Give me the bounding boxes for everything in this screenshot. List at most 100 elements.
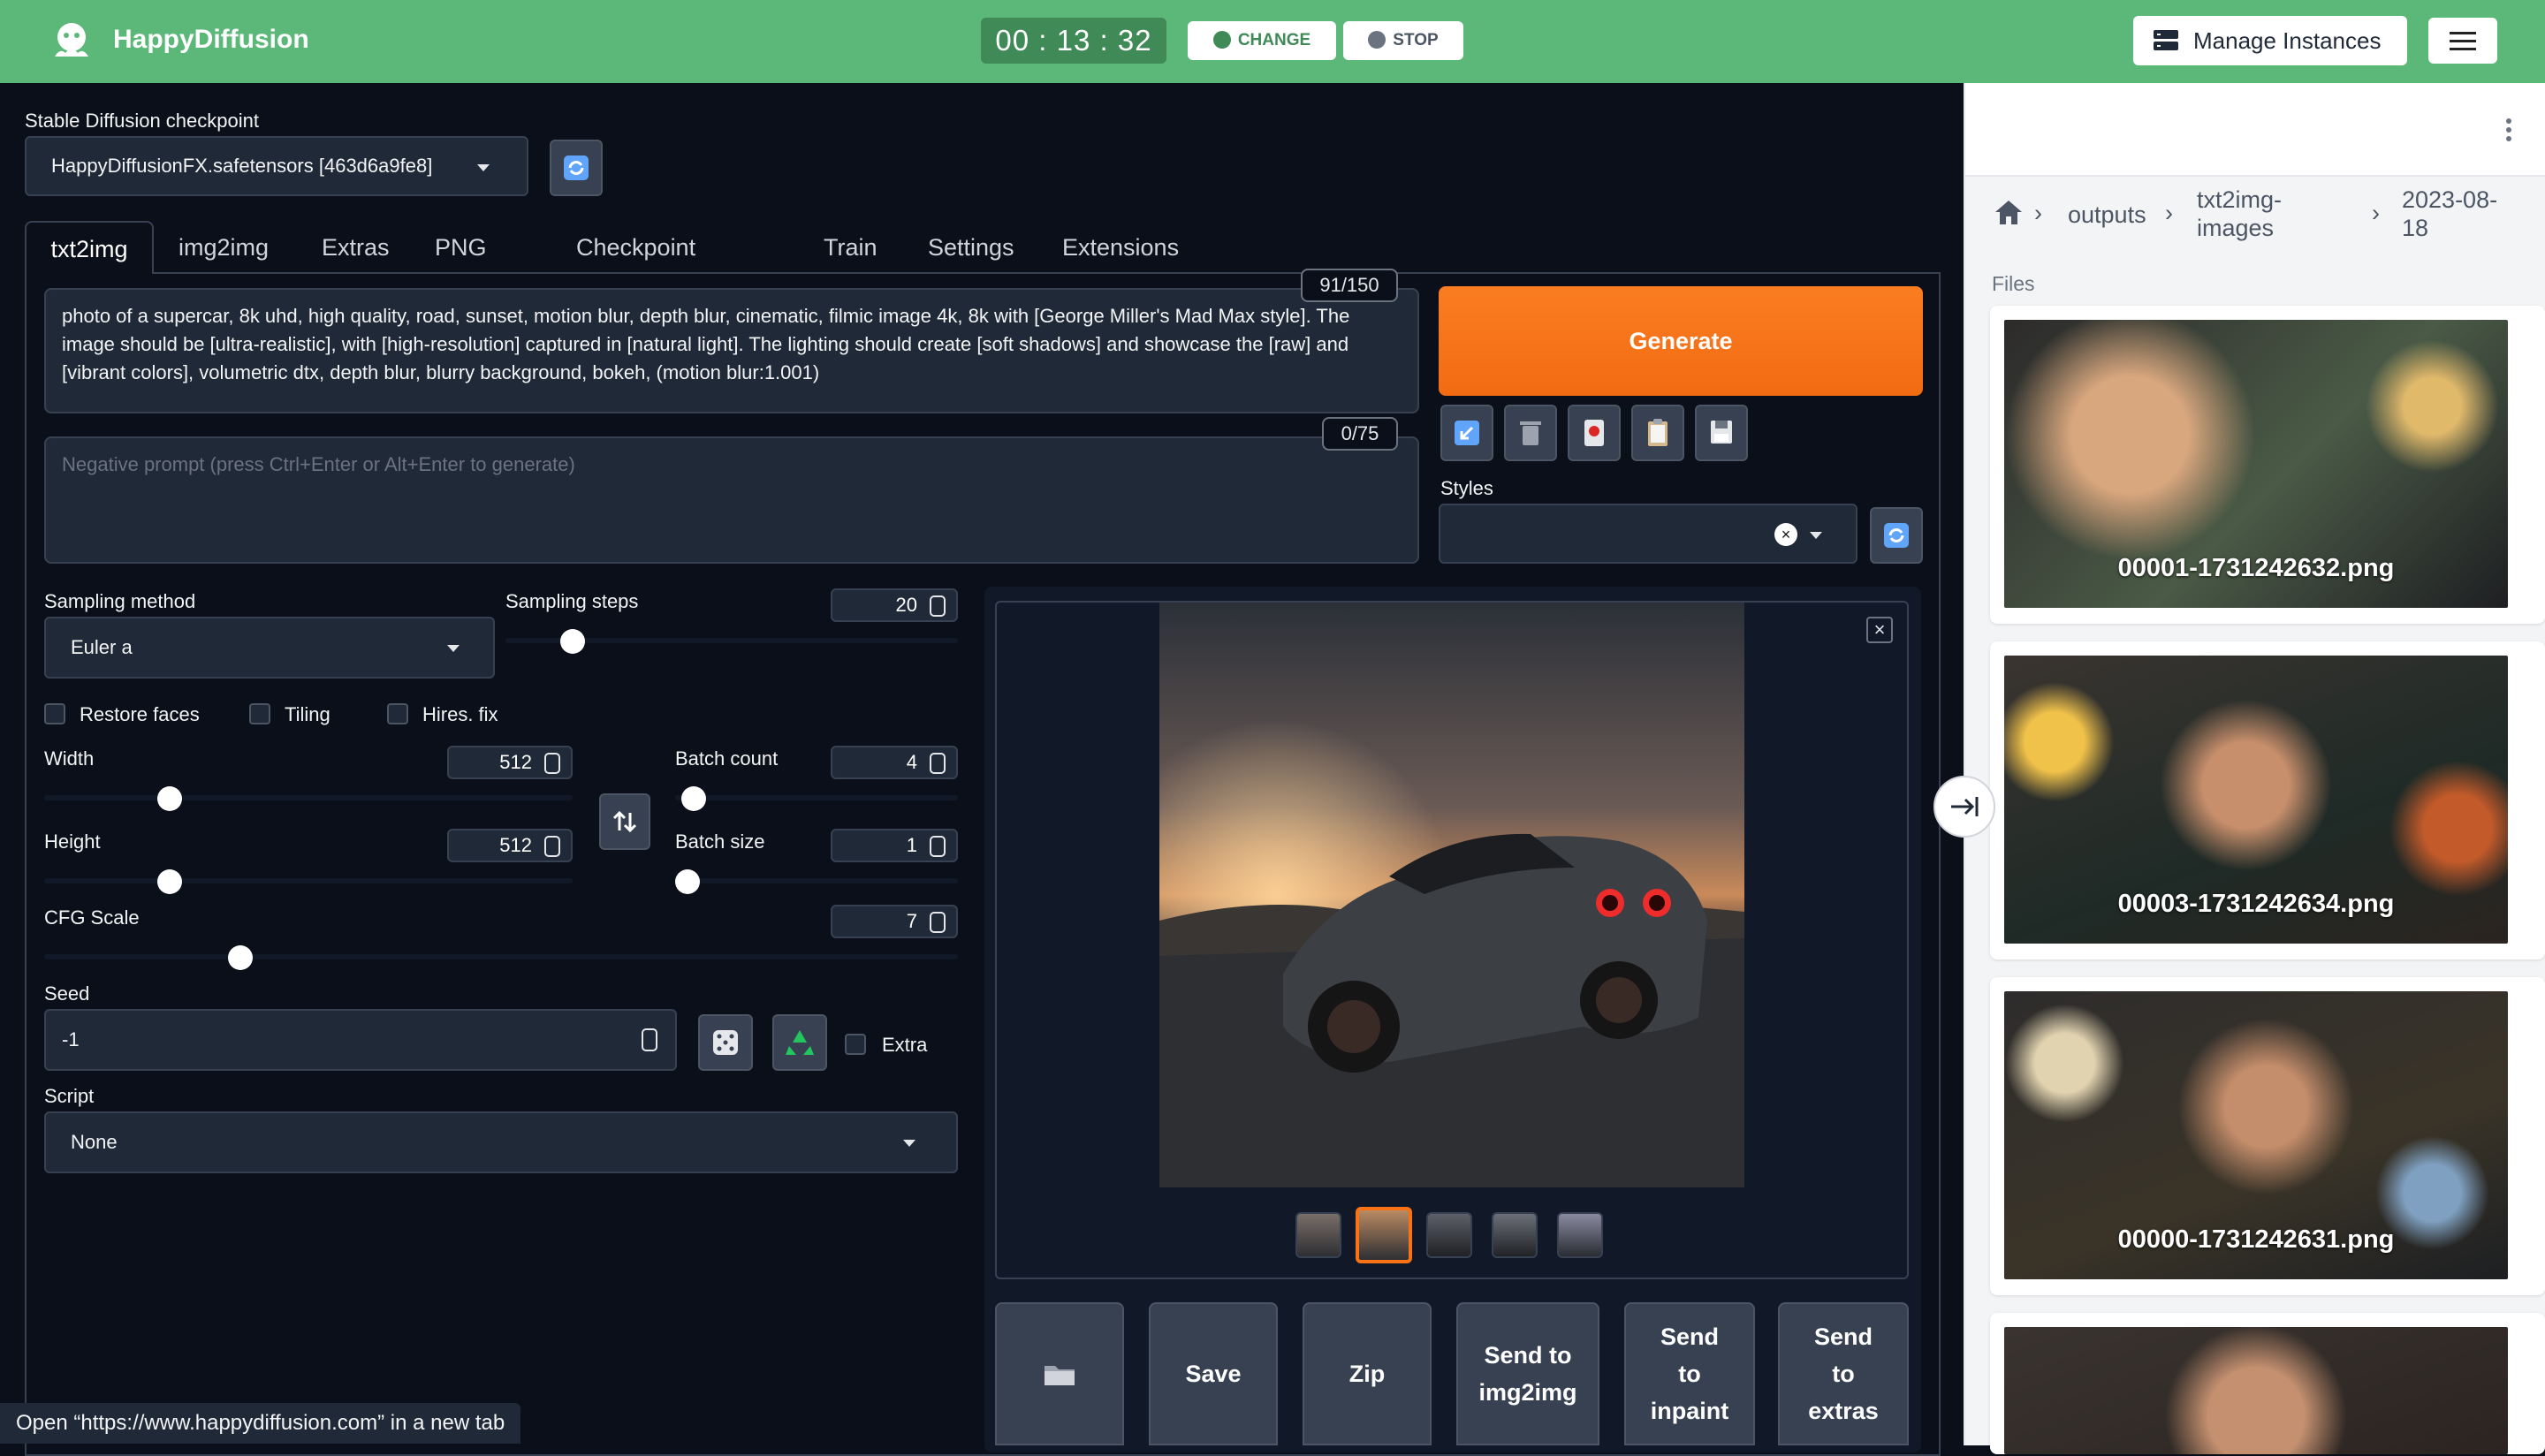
negative-prompt-input[interactable]: Negative prompt (press Ctrl+Enter or Alt…	[44, 436, 1419, 564]
sampling-steps-input[interactable]: 20	[831, 588, 958, 622]
height-input[interactable]: 512	[447, 829, 573, 862]
extra-seed-label: Extra	[882, 1034, 928, 1056]
gallery-thumbnail[interactable]	[1426, 1212, 1472, 1258]
server-icon	[2154, 30, 2178, 50]
generated-image[interactable]	[1159, 603, 1744, 1187]
tab-png-info[interactable]: PNG Info	[435, 221, 487, 314]
save-button[interactable]: Save	[1149, 1302, 1278, 1445]
send-to-inpaint-button[interactable]: Send to inpaint	[1624, 1302, 1755, 1445]
batch-count-input[interactable]: 4	[831, 746, 958, 779]
styles-select[interactable]: ×	[1439, 504, 1857, 564]
stepper-icon[interactable]	[930, 595, 946, 617]
stepper-icon[interactable]	[930, 912, 946, 933]
floppy-disk-icon	[1711, 421, 1732, 444]
sampling-method-value: Euler a	[71, 636, 133, 658]
sampling-steps-slider[interactable]	[560, 629, 585, 654]
tab-train[interactable]: Train	[824, 221, 877, 274]
stepper-icon[interactable]	[930, 836, 946, 857]
tab-img2img[interactable]: img2img	[179, 221, 269, 274]
seed-input[interactable]: -1	[44, 1009, 677, 1071]
trash-button[interactable]	[1504, 405, 1557, 461]
tiling-checkbox[interactable]	[249, 703, 270, 724]
extra-networks-button[interactable]	[1568, 405, 1621, 461]
file-card[interactable]	[1990, 1313, 2545, 1454]
height-slider[interactable]	[157, 869, 182, 894]
generate-button[interactable]: Generate	[1439, 286, 1923, 396]
width-input[interactable]: 512	[447, 746, 573, 779]
checkpoint-select[interactable]: HappyDiffusionFX.safetensors [463d6a9fe8…	[25, 136, 528, 196]
batch-size-slider[interactable]	[675, 869, 700, 894]
gallery-thumbnail[interactable]	[1557, 1212, 1603, 1258]
script-select[interactable]: None	[44, 1111, 958, 1173]
reuse-seed-button[interactable]	[772, 1014, 827, 1071]
more-options-icon[interactable]	[2496, 115, 2522, 147]
hamburger-menu-button[interactable]	[2428, 18, 2497, 64]
refresh-checkpoint-button[interactable]	[550, 140, 603, 196]
menu-icon-bar	[2450, 48, 2476, 50]
manage-instances-button[interactable]: Manage Instances	[2133, 16, 2407, 65]
stepper-icon[interactable]	[544, 836, 560, 857]
gallery-thumbnail[interactable]	[1295, 1212, 1341, 1258]
extra-seed-checkbox[interactable]	[845, 1034, 866, 1055]
send-to-extras-button[interactable]: Send to extras	[1778, 1302, 1909, 1445]
clear-styles-icon[interactable]: ×	[1774, 523, 1797, 546]
breadcrumb-outputs[interactable]: outputs	[2068, 201, 2146, 229]
swap-dimensions-button[interactable]	[599, 793, 650, 850]
send-to-img2img-button[interactable]: Send to img2img	[1456, 1302, 1599, 1445]
zip-button[interactable]: Zip	[1303, 1302, 1432, 1445]
arrow-bottom-left-icon	[1455, 421, 1479, 445]
height-value: 512	[499, 834, 532, 856]
width-slider[interactable]	[157, 786, 182, 811]
batch-count-track[interactable]	[675, 795, 958, 800]
read-params-button[interactable]	[1440, 405, 1493, 461]
batch-count-slider[interactable]	[681, 786, 706, 811]
gallery-thumbnail-selected[interactable]	[1356, 1207, 1412, 1263]
tab-txt2img[interactable]: txt2img	[25, 221, 154, 274]
open-folder-button[interactable]	[995, 1302, 1124, 1445]
styles-label: Styles	[1440, 477, 1493, 499]
batch-size-input[interactable]: 1	[831, 829, 958, 862]
cfg-scale-track[interactable]	[44, 954, 958, 959]
breadcrumb-txt2img-images[interactable]: txt2img-images	[2197, 186, 2321, 242]
batch-size-track[interactable]	[675, 878, 958, 883]
width-track[interactable]	[44, 795, 573, 800]
tab-settings[interactable]: Settings	[928, 221, 1014, 274]
stepper-icon[interactable]	[930, 753, 946, 774]
width-value: 512	[499, 751, 532, 773]
refresh-styles-button[interactable]	[1870, 507, 1923, 564]
close-preview-icon[interactable]: ×	[1866, 617, 1893, 643]
tab-extensions[interactable]: Extensions	[1062, 221, 1179, 274]
script-value: None	[71, 1131, 118, 1153]
chevron-down-icon	[447, 645, 460, 652]
stop-button[interactable]: STOP	[1343, 21, 1463, 60]
top-bar: HappyDiffusion 00 : 13 : 32 CHANGE STOP …	[0, 0, 2545, 83]
random-seed-button[interactable]	[698, 1014, 753, 1071]
width-label: Width	[44, 747, 95, 770]
change-button[interactable]: CHANGE	[1188, 21, 1336, 60]
home-icon[interactable]	[1994, 198, 2024, 226]
tab-extras[interactable]: Extras	[322, 221, 390, 274]
hires-fix-checkbox[interactable]	[387, 703, 408, 724]
sampling-method-select[interactable]: Euler a	[44, 617, 495, 679]
save-style-button[interactable]	[1695, 405, 1748, 461]
tab-checkpoint-merger[interactable]: Checkpoint Merger	[576, 221, 695, 314]
cfg-scale-slider[interactable]	[228, 945, 253, 970]
file-name: 00000-1731242631.png	[2117, 1225, 2395, 1254]
restore-faces-label: Restore faces	[80, 703, 200, 725]
stepper-icon[interactable]	[642, 1028, 657, 1051]
stepper-icon[interactable]	[544, 753, 560, 774]
file-card[interactable]: 00003-1731242634.png	[1990, 641, 2545, 959]
arrow-right-to-bar-icon	[1951, 797, 1979, 816]
height-track[interactable]	[44, 878, 573, 883]
breadcrumb-date[interactable]: 2023-08-18	[2402, 186, 2517, 242]
collapse-panel-button[interactable]	[1933, 776, 1995, 838]
restore-faces-checkbox[interactable]	[44, 703, 65, 724]
cfg-scale-input[interactable]: 7	[831, 905, 958, 938]
menu-icon-bar	[2450, 40, 2476, 42]
prompt-input[interactable]: photo of a supercar, 8k uhd, high qualit…	[44, 288, 1419, 413]
clipboard-button[interactable]	[1631, 405, 1684, 461]
link-status-tooltip: Open “https://www.happydiffusion.com” in…	[0, 1403, 521, 1444]
gallery-thumbnail[interactable]	[1492, 1212, 1538, 1258]
file-card[interactable]: 00001-1731242632.png	[1990, 306, 2545, 624]
file-card[interactable]: 00000-1731242631.png	[1990, 977, 2545, 1295]
